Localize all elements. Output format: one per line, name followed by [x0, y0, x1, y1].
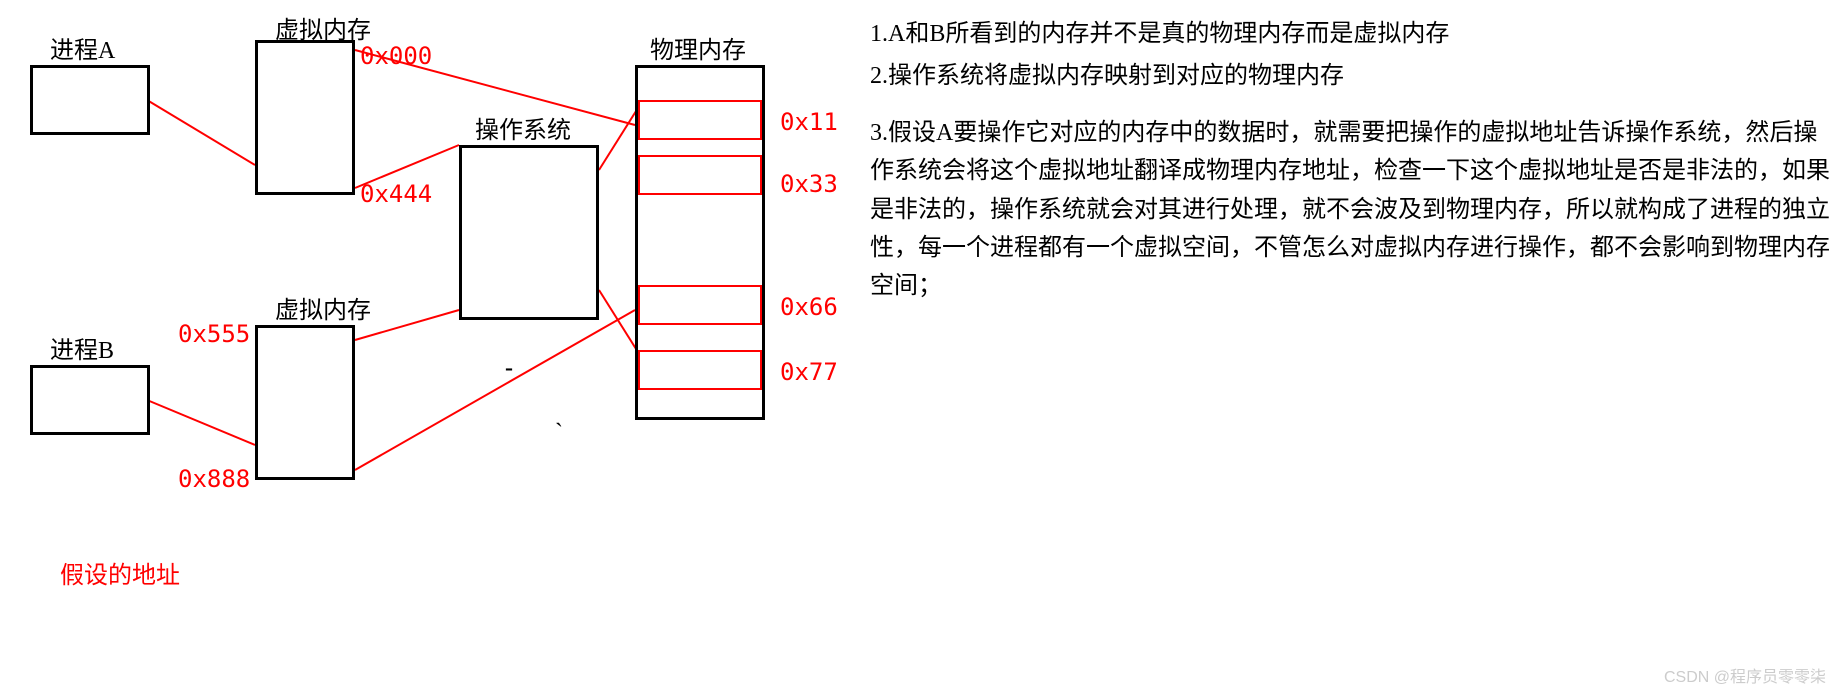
- explanation-area: 1.A和B所看到的内存并不是真的物理内存而是虚拟内存 2.操作系统将虚拟内存映射…: [870, 15, 1830, 306]
- explain-p3: 3.假设A要操作它对应的内存中的数据时，就需要把操作的虚拟地址告诉操作系统，然后…: [870, 114, 1830, 306]
- vmem-b-label: 虚拟内存: [275, 290, 371, 325]
- vmem-b-addr-top: 0x555: [178, 320, 250, 348]
- phys-segment-1: [638, 100, 762, 140]
- assumed-address-note: 假设的地址: [60, 555, 180, 590]
- physmem-label: 物理内存: [650, 30, 746, 65]
- vmem-a-addr-bottom: 0x444: [360, 180, 432, 208]
- tilde-mark: `: [555, 420, 563, 447]
- vmem-b-addr-bottom: 0x888: [178, 465, 250, 493]
- os-box: [459, 145, 599, 320]
- phys-addr-4: 0x77: [780, 358, 838, 386]
- phys-segment-3: [638, 285, 762, 325]
- os-label: 操作系统: [475, 110, 571, 145]
- process-a-label: 进程A: [50, 30, 115, 65]
- phys-addr-3: 0x66: [780, 293, 838, 321]
- process-a-box: [30, 65, 150, 135]
- process-b-box: [30, 365, 150, 435]
- vmem-a-box: [255, 40, 355, 195]
- explain-p1: 1.A和B所看到的内存并不是真的物理内存而是虚拟内存: [870, 15, 1830, 53]
- watermark: CSDN @程序员零零柒: [1664, 663, 1826, 687]
- vmem-a-addr-top: 0x000: [360, 42, 432, 70]
- explain-p2: 2.操作系统将虚拟内存映射到对应的物理内存: [870, 57, 1830, 95]
- phys-segment-4: [638, 350, 762, 390]
- diagram-area: 进程A 虚拟内存 0x000 0x444 进程B 虚拟内存 0x555 0x88…: [0, 0, 860, 697]
- phys-addr-2: 0x33: [780, 170, 838, 198]
- process-b-label: 进程B: [50, 330, 114, 365]
- phys-addr-1: 0x11: [780, 108, 838, 136]
- phys-segment-2: [638, 155, 762, 195]
- vmem-b-box: [255, 325, 355, 480]
- dash-mark: -: [505, 355, 513, 382]
